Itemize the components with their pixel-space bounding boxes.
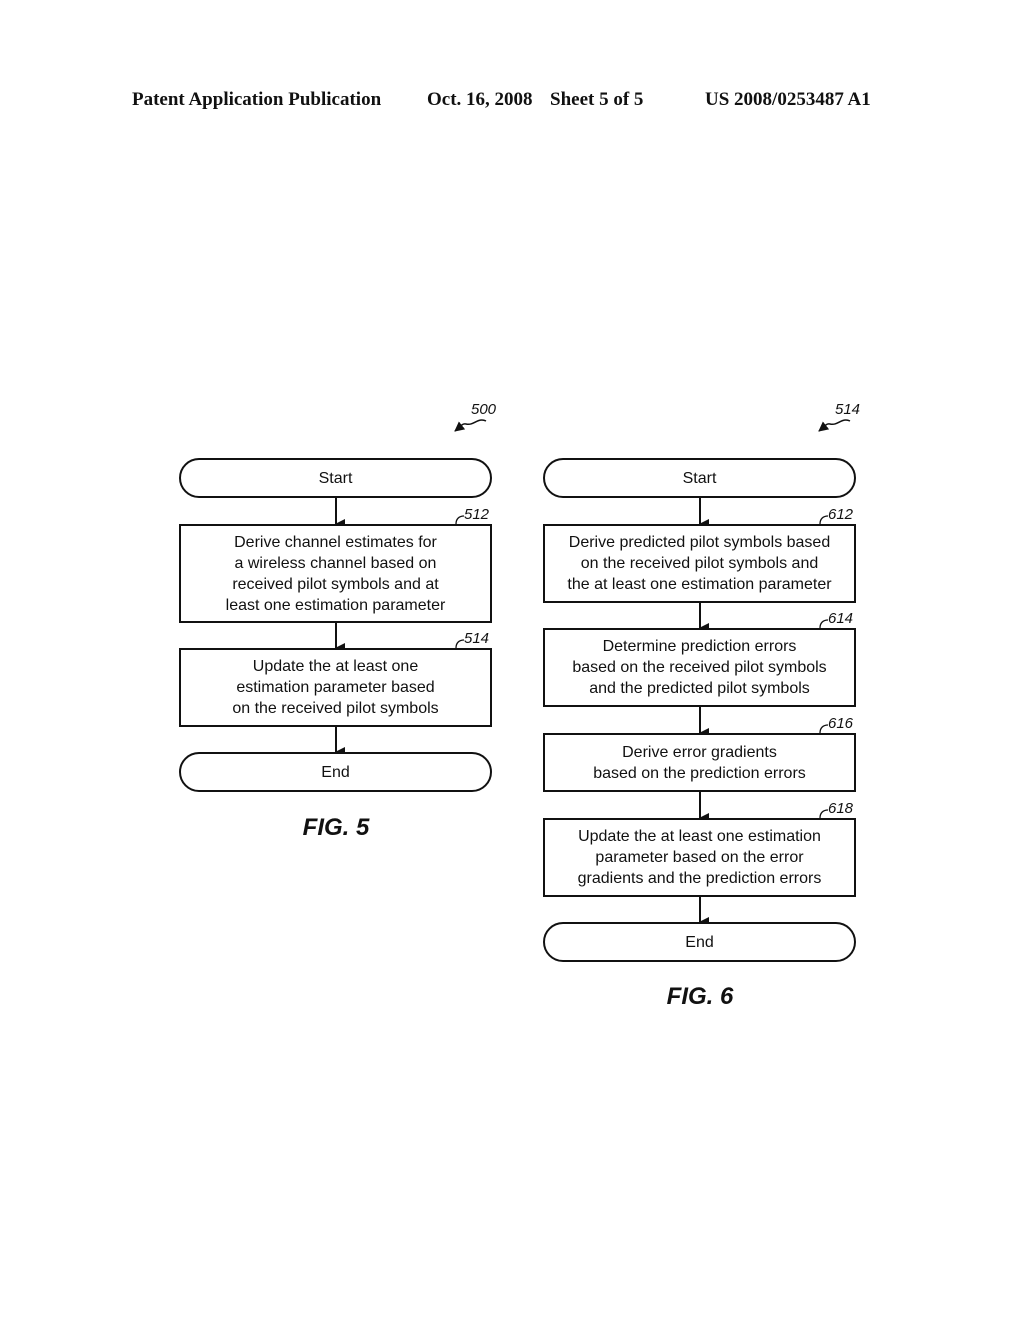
fig6-step-derive-predicted-pilots: Derive predicted pilot symbols based on …	[543, 524, 856, 603]
fig5-step-derive-channel-estimates: Derive channel estimates for a wireless …	[179, 524, 492, 623]
fig5-end-node: End	[179, 752, 492, 792]
fig6-end-node: End	[543, 922, 856, 962]
fig6-step2-ref: 614	[828, 610, 854, 627]
leader-618	[819, 809, 829, 819]
ref-514-pointer-icon	[818, 419, 851, 432]
publication-number: US 2008/0253487 A1	[705, 89, 871, 110]
publication-type: Patent Application Publication	[132, 89, 382, 110]
fig6-step1-ref: 612	[828, 506, 854, 523]
publication-date: Oct. 16, 2008	[427, 89, 533, 110]
connectors	[335, 419, 851, 927]
fig6-caption: FIG. 6	[666, 983, 734, 1010]
fig5-caption: FIG. 5	[302, 814, 370, 841]
fig6-step-update-parameter: Update the at least one estimation param…	[543, 818, 856, 897]
fig6-step-determine-prediction-errors: Determine prediction errors based on the…	[543, 628, 856, 707]
page-header: Patent Application Publication Oct. 16, …	[0, 89, 1024, 113]
sheet-number: Sheet 5 of 5	[550, 89, 644, 110]
fig6-ref-label: 514	[835, 401, 861, 418]
fig6-start-node: Start	[543, 458, 856, 498]
fig6-step3-ref: 616	[828, 715, 854, 732]
fig5-ref-label: 500	[471, 401, 497, 418]
fig5-step-update-parameter: Update the at least one estimation param…	[179, 648, 492, 727]
fig5-start-node: Start	[179, 458, 492, 498]
leader-614	[819, 619, 829, 629]
ref-500-pointer-icon	[454, 419, 487, 432]
fig6-step4-ref: 618	[828, 800, 854, 817]
fig5-step2-ref: 514	[464, 630, 490, 647]
fig6-step-derive-error-gradients: Derive error gradients based on the pred…	[543, 733, 856, 792]
leader-512	[455, 515, 465, 525]
leader-616	[819, 724, 829, 734]
fig5-step1-ref: 512	[464, 506, 490, 523]
leader-514a	[455, 639, 465, 649]
leader-612	[819, 515, 829, 525]
